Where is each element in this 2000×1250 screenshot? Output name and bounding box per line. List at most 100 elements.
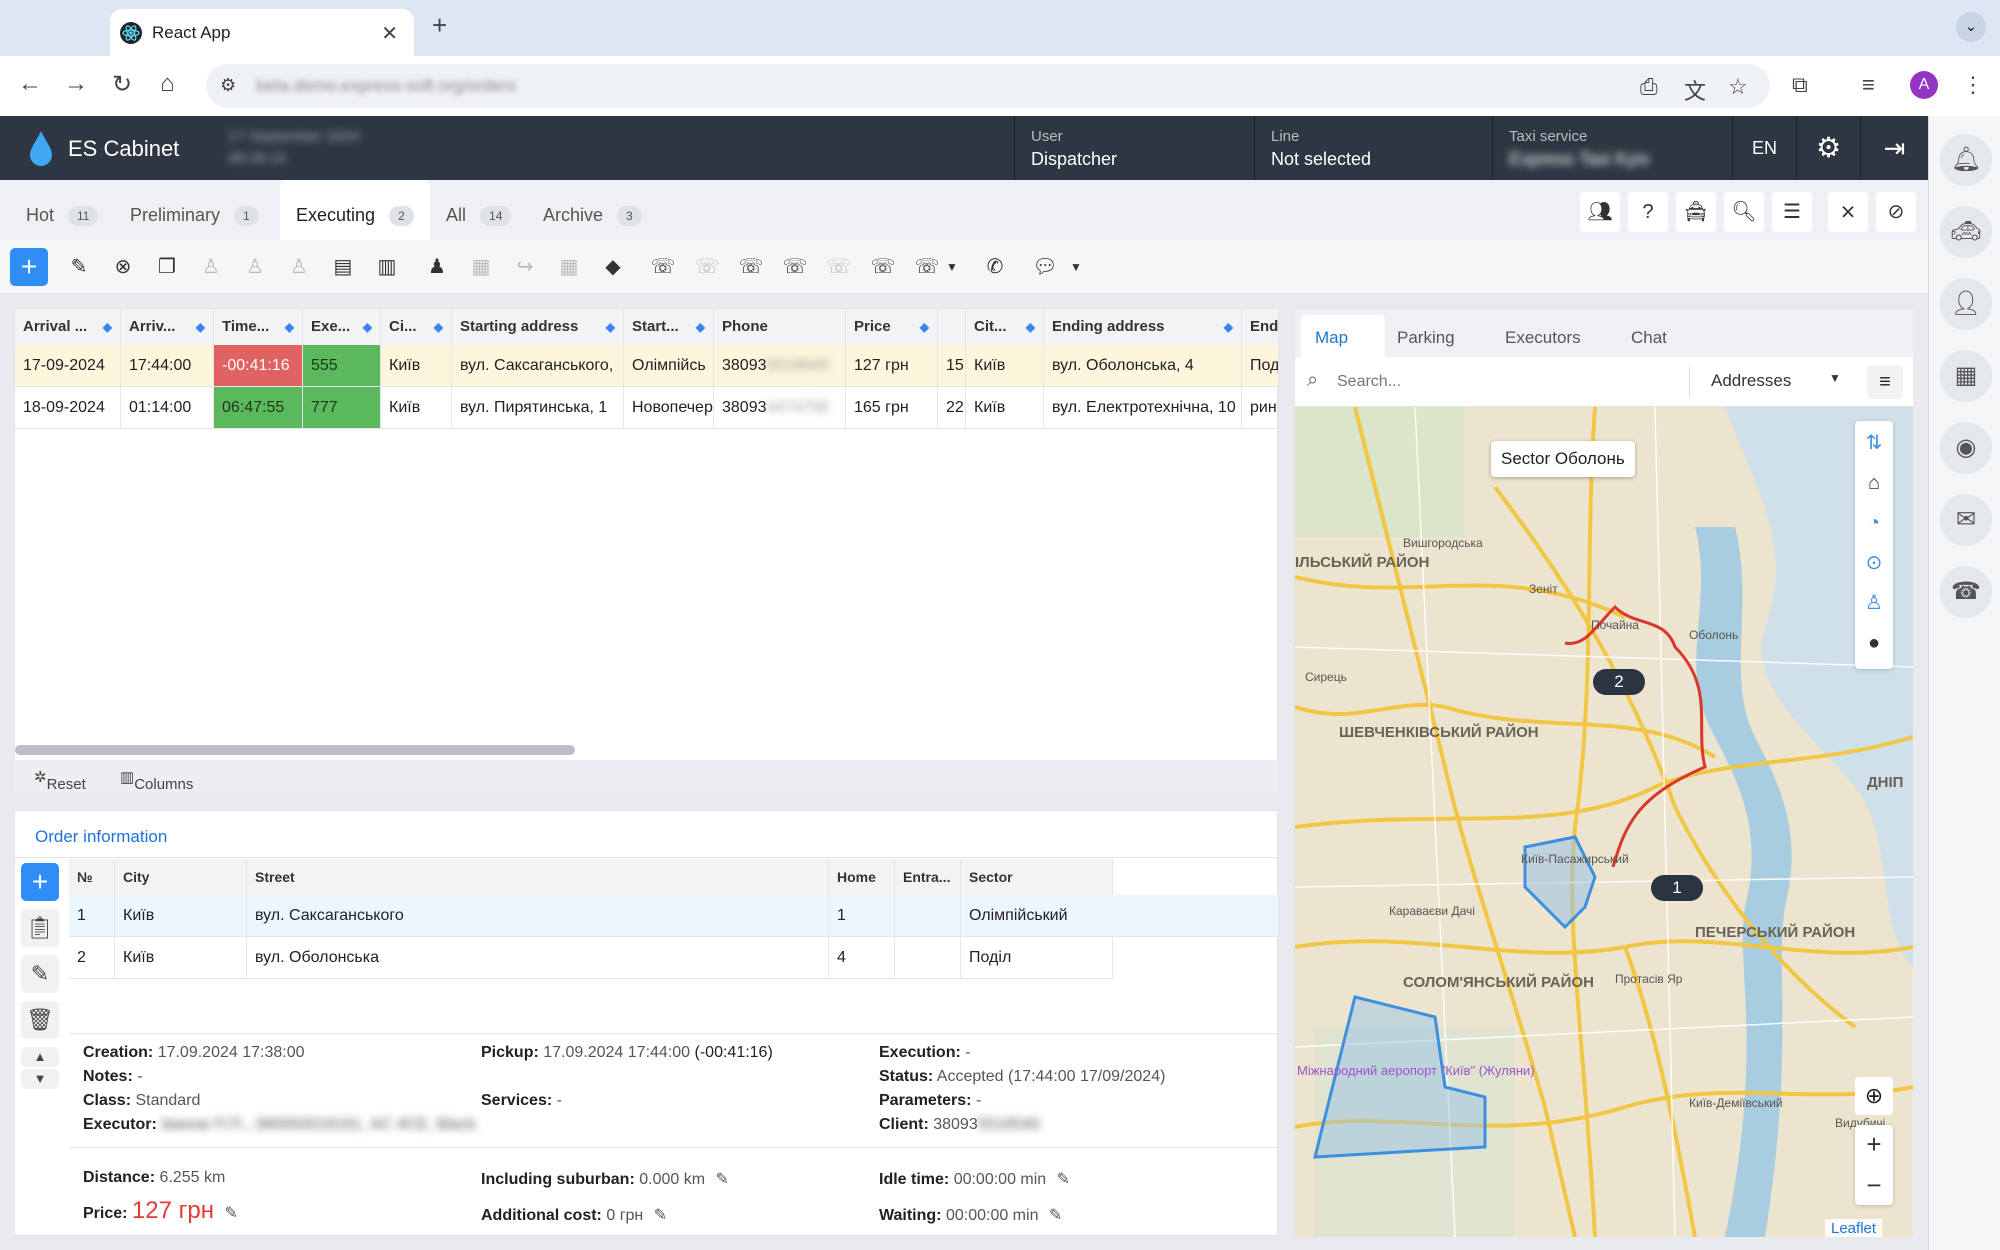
col-city[interactable]: Ci... ◆ (381, 309, 452, 345)
profile-avatar[interactable]: A (1910, 71, 1938, 99)
zoom-in-icon[interactable]: + (1856, 1126, 1892, 1162)
map-icon[interactable]: ▦ (1940, 350, 1992, 402)
site-settings-icon[interactable]: ⚙ (220, 75, 236, 96)
fill-color-icon[interactable]: ◆ (594, 248, 632, 286)
logout-icon[interactable]: ⇥ (1860, 116, 1928, 180)
map-marker-2[interactable]: 2 (1593, 669, 1645, 695)
taxi-service-cell[interactable]: Taxi service Express Taxi Kyiv (1492, 116, 1732, 180)
cancel-order-icon[interactable]: ⊗ (104, 248, 142, 286)
col-arrival-date[interactable]: Arrival ... ◆ (15, 309, 121, 345)
addresses-dropdown[interactable]: Addresses (1711, 371, 1791, 391)
forward-icon[interactable]: → (64, 70, 88, 98)
extensions-icon[interactable]: ⧉ (1792, 72, 1808, 98)
search-driver-icon[interactable]: 🔍︎ (1724, 192, 1764, 232)
edit-address-icon[interactable]: ✎ (21, 955, 59, 993)
clients-icon[interactable]: 👥︎ (1580, 192, 1620, 232)
col-ending-address[interactable]: Ending address ◆ (1044, 309, 1242, 345)
edit-additional-icon[interactable]: ✎ (654, 1207, 667, 1224)
filter-icon[interactable]: ≡ (1867, 365, 1903, 399)
driver-callback-icon[interactable]: ☏ (820, 248, 858, 286)
clear-filter-icon[interactable]: ⨯ (1828, 192, 1868, 232)
clipboard-icon[interactable]: 📋︎ (21, 909, 59, 947)
add-order-button[interactable]: + (10, 248, 48, 286)
tab-archive[interactable]: Archive 3 (543, 180, 642, 240)
tab-all[interactable]: All 14 (446, 180, 512, 240)
person-icon[interactable]: ● (1856, 625, 1892, 661)
horizontal-scrollbar[interactable] (15, 745, 575, 755)
driver-car-icon[interactable]: 🚖︎ (1676, 192, 1716, 232)
new-tab-icon[interactable]: + (432, 10, 447, 41)
edit-price-icon[interactable]: ✎ (224, 1205, 237, 1222)
locate-me-icon[interactable]: ⊕ (1855, 1077, 1893, 1115)
driver-confirm-icon[interactable]: ☏ (864, 248, 902, 286)
driver-history-icon[interactable]: ♙ (280, 248, 318, 286)
sms-icon[interactable]: 💬︎ (1026, 248, 1064, 286)
call-menu-chevron-down-icon[interactable]: ▼ (940, 248, 964, 286)
phone-icon[interactable]: ✆ (976, 248, 1014, 286)
line-cell[interactable]: Line Not selected (1254, 116, 1492, 180)
col-start-sector[interactable]: Start... ◆ (624, 309, 714, 345)
tab-executors[interactable]: Executors (1505, 315, 1581, 357)
copy-order-icon[interactable]: ❐ (148, 248, 186, 286)
calculator-icon[interactable]: ▤ (324, 248, 362, 286)
edit-waiting-icon[interactable]: ✎ (1049, 1207, 1062, 1224)
map-marker-1[interactable]: 1 (1651, 875, 1703, 901)
columns-button[interactable]: ▥ Columns (120, 768, 193, 793)
tab-close-icon[interactable]: ✕ (381, 21, 398, 46)
tab-parking[interactable]: Parking (1397, 315, 1455, 357)
edit-order-icon[interactable]: ✎ (60, 248, 98, 286)
city-map[interactable]: ІЛЬСЬКИЙ РАЙОН ШЕВЧЕНКІВСЬКИЙ РАЙОН СОЛО… (1295, 407, 1913, 1237)
tab-executing[interactable]: Executing 2 (280, 180, 430, 240)
col-executor[interactable]: Exe... ◆ (303, 309, 381, 345)
bookmark-star-icon[interactable]: ☆ (1728, 74, 1748, 100)
grid-icon[interactable]: ▦ (550, 248, 588, 286)
browser-tab[interactable]: React App ✕ (110, 9, 414, 56)
zoom-out-icon[interactable]: − (1856, 1167, 1892, 1203)
tag-icon[interactable]: ⌂ (1856, 465, 1892, 501)
dropdown-chevron-down-icon[interactable]: ▼ (1829, 371, 1841, 385)
settings-gear-icon[interactable]: ⚙ (1796, 116, 1860, 180)
unassign-driver-icon[interactable]: ♙ (236, 248, 274, 286)
address-bar[interactable]: ⚙ beta.demo.express-soft.org/orders ⎙ 文 … (206, 64, 1770, 108)
client-question-icon[interactable]: ? (1628, 192, 1668, 232)
route-icon[interactable]: ⇅ (1856, 425, 1892, 461)
col-end-city[interactable]: Cit... ◆ (966, 309, 1044, 345)
col-arrival-time[interactable]: Arriv... ◆ (121, 309, 214, 345)
call-transfer-icon[interactable]: ☏ (688, 248, 726, 286)
location-pin-icon[interactable]: ⊙ (1856, 545, 1892, 581)
sms-menu-chevron-down-icon[interactable]: ▼ (1064, 248, 1088, 286)
col-phone[interactable]: Phone (714, 309, 846, 345)
move-down-icon[interactable]: ▼ (21, 1069, 59, 1089)
col-price[interactable]: Price ◆ (846, 309, 938, 345)
client-confirm-icon[interactable]: ☏ (732, 248, 770, 286)
browser-menu-icon[interactable]: ⋮ (1962, 72, 1984, 98)
tab-hot[interactable]: Hot 11 (26, 180, 99, 240)
call-driver-icon[interactable]: ☏ (776, 248, 814, 286)
media-icon[interactable]: ≡ (1862, 72, 1875, 98)
back-icon[interactable]: ← (18, 70, 42, 98)
notifications-bell-icon[interactable]: 🔔︎ (1940, 134, 1992, 186)
tab-map[interactable]: Map (1301, 315, 1385, 357)
tab-order-information[interactable]: Order information (21, 817, 211, 857)
col-unknown[interactable] (938, 309, 966, 345)
driver-icon[interactable]: 👤︎ (1940, 278, 1992, 330)
delete-address-icon[interactable]: 🗑︎ (21, 1001, 59, 1039)
table-icon[interactable]: ▦ (462, 248, 500, 286)
sectors-icon[interactable]: ◔ (1856, 505, 1892, 541)
tab-menu-icon[interactable]: ⌄ (1956, 12, 1986, 42)
drivers-layer-icon[interactable]: ♙ (1856, 585, 1892, 621)
car-remove-icon[interactable]: ⊘ (1876, 192, 1916, 232)
call-client-icon[interactable]: ☏ (644, 248, 682, 286)
phone-calls-icon[interactable]: ☎ (1940, 566, 1992, 618)
col-time[interactable]: Time... ◆ (214, 309, 303, 345)
search-list-icon[interactable]: ☰ (1772, 192, 1812, 232)
install-icon[interactable]: ⎙ (1640, 74, 1658, 100)
assign-driver-icon[interactable]: ♙ (192, 248, 230, 286)
language-switch[interactable]: EN (1732, 116, 1796, 180)
monitoring-eye-icon[interactable]: ◉ (1940, 422, 1992, 474)
leaflet-attribution[interactable]: Leaflet (1825, 1219, 1883, 1237)
chat-icon[interactable]: ✉ (1940, 494, 1992, 546)
add-address-button[interactable]: + (21, 863, 59, 901)
reset-button[interactable]: ✲ Reset (34, 768, 86, 793)
reload-icon[interactable]: ↻ (112, 70, 132, 99)
